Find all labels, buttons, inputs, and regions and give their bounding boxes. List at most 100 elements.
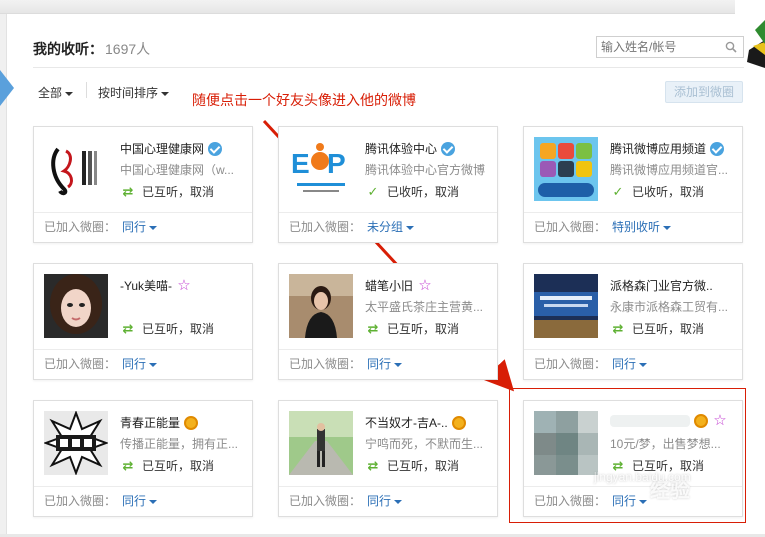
friend-description: 腾讯微博应用频道官... <box>610 163 729 177</box>
card-footer: 已加入微圈： 同行 <box>34 212 252 242</box>
friend-card: 中国心理健康网 中国心理健康网（w... ⇄ 已互听， 取消 已加入微圈： 同行 <box>33 126 253 243</box>
chevron-down-icon <box>149 225 158 230</box>
mutual-follow-icon: ⇄ <box>367 457 379 473</box>
group-label: 同行 <box>122 494 147 508</box>
group-label: 同行 <box>612 494 637 508</box>
joined-circle-label: 已加入微圈： <box>534 494 607 508</box>
verified-icon <box>441 141 456 156</box>
follow-status: 已互听， <box>387 322 436 336</box>
joined-circle-label: 已加入微圈： <box>44 494 117 508</box>
friend-name[interactable]: 青春正能量 <box>120 414 180 431</box>
chevron-down-icon <box>639 362 648 367</box>
unfollow-link[interactable]: 取消 <box>190 320 214 337</box>
chevron-down-icon <box>639 499 648 504</box>
friend-description: 永康市派格森工贸有... <box>610 300 729 314</box>
friend-card: 蜡笔小旧 ☆ 太平盛氏茶庄主营黄... ⇄ 已互听， 取消 已加入微圈： 同行 <box>278 263 498 380</box>
avatar[interactable] <box>534 274 598 338</box>
avatar[interactable] <box>534 137 598 201</box>
unfollow-link[interactable]: 取消 <box>190 183 214 200</box>
friend-name[interactable]: -Yuk美喵- <box>120 277 172 294</box>
card-footer: 已加入微圈： 同行 <box>524 349 742 379</box>
friend-description: 传播正能量，拥有正... <box>120 437 239 451</box>
follow-status: 已互听， <box>632 322 681 336</box>
avatar[interactable] <box>44 274 108 338</box>
avatar[interactable] <box>289 411 353 475</box>
card-footer: 已加入微圈： 特别收听 <box>524 212 742 242</box>
chevron-down-icon <box>394 499 403 504</box>
unfollow-link[interactable]: 取消 <box>435 457 459 474</box>
group-dropdown[interactable]: 同行 <box>367 494 403 508</box>
friend-card: ☆ 10元/梦，出售梦想... ⇄ 已互听， 取消 已加入微圈： 同行 <box>523 400 743 517</box>
verified-icon <box>710 141 724 156</box>
star-icon: ☆ <box>418 276 432 294</box>
card-footer: 已加入微圈： 同行 <box>279 486 497 516</box>
check-icon: ✓ <box>612 183 624 199</box>
friend-description: 10元/梦，出售梦想... <box>610 437 721 451</box>
friend-name[interactable]: 腾讯体验中心 <box>365 140 437 157</box>
group-dropdown[interactable]: 未分组 <box>367 220 415 234</box>
group-dropdown[interactable]: 特别收听 <box>612 220 672 234</box>
follow-status: 已互听， <box>387 459 436 473</box>
friend-card: 腾讯微博应用频道 腾讯微博应用频道官... ✓ 已收听， 取消 已加入微圈： 特别收听 <box>523 126 743 243</box>
mutual-follow-icon: ⇄ <box>122 320 134 336</box>
chevron-down-icon <box>394 362 403 367</box>
friend-name[interactable]: 蜡笔小旧 <box>365 277 413 294</box>
follow-status: 已收听， <box>632 185 681 199</box>
group-dropdown[interactable]: 同行 <box>122 494 158 508</box>
friend-card: 青春正能量 传播正能量，拥有正... ⇄ 已互听， 取消 已加入微圈： 同行 <box>33 400 253 517</box>
group-label: 特别收听 <box>612 220 661 234</box>
unfollow-link[interactable]: 取消 <box>680 183 704 200</box>
unfollow-link[interactable]: 取消 <box>680 457 704 474</box>
group-label: 同行 <box>367 494 392 508</box>
blurred-avatar-icon <box>534 411 598 475</box>
joined-circle-label: 已加入微圈： <box>44 220 117 234</box>
group-dropdown[interactable]: 同行 <box>122 220 158 234</box>
group-dropdown[interactable]: 同行 <box>612 357 648 371</box>
chevron-down-icon <box>663 225 672 230</box>
mutual-follow-icon: ⇄ <box>612 457 624 473</box>
unfollow-link[interactable]: 取消 <box>435 320 459 337</box>
mutual-follow-icon: ⇄ <box>612 320 624 336</box>
star-icon: ☆ <box>177 276 191 294</box>
mutual-follow-icon: ⇄ <box>122 183 134 199</box>
avatar[interactable] <box>44 411 108 475</box>
friend-card: 不当奴才-吉A-.. 宁鸣而死，不默而生... ⇄ 已互听， 取消 已加入微圈： 同行 <box>278 400 498 517</box>
joined-circle-label: 已加入微圈： <box>534 220 607 234</box>
unfollow-link[interactable]: 取消 <box>190 457 214 474</box>
blurred-name[interactable] <box>610 415 690 427</box>
chevron-down-icon <box>149 499 158 504</box>
group-dropdown[interactable]: 同行 <box>367 357 403 371</box>
friend-description: 中国心理健康网（w... <box>120 163 235 177</box>
friend-name[interactable]: 不当奴才-吉A-.. <box>365 414 448 431</box>
avatar[interactable] <box>534 411 598 475</box>
avatar[interactable]: E P <box>289 137 353 201</box>
app-channel-logo-icon <box>534 137 598 201</box>
joined-circle-label: 已加入微圈： <box>289 494 362 508</box>
mutual-follow-icon: ⇄ <box>122 457 134 473</box>
avatar[interactable] <box>289 274 353 338</box>
friend-description: 腾讯体验中心官方微博 <box>365 163 486 177</box>
check-icon: ✓ <box>367 183 379 199</box>
vip-icon <box>451 415 466 430</box>
unfollow-link[interactable]: 取消 <box>435 183 459 200</box>
group-label: 同行 <box>122 220 147 234</box>
avatar[interactable] <box>44 137 108 201</box>
unfollow-link[interactable]: 取消 <box>680 320 704 337</box>
follow-status: 已收听， <box>387 185 436 199</box>
friend-name[interactable]: 派格森门业官方微.. <box>610 277 713 294</box>
group-dropdown[interactable]: 同行 <box>612 494 648 508</box>
card-footer: 已加入微圈： 未分组 <box>279 212 497 242</box>
follow-status: 已互听， <box>142 459 191 473</box>
user-photo-icon <box>289 411 353 475</box>
exp-logo-icon: E P <box>289 137 353 201</box>
joined-circle-label: 已加入微圈： <box>44 357 117 371</box>
mutual-follow-icon: ⇄ <box>367 320 379 336</box>
group-label: 同行 <box>367 357 392 371</box>
chevron-down-icon <box>406 225 415 230</box>
friend-card: E P 腾讯体验中心 腾讯体验中心官方微博 ✓ 已收听， 取消 已加入微圈： 未分组 <box>278 126 498 243</box>
friend-name[interactable]: 腾讯微博应用频道 <box>610 140 706 157</box>
joined-circle-label: 已加入微圈： <box>289 357 362 371</box>
card-footer: 已加入微圈： 同行 <box>524 486 742 516</box>
group-dropdown[interactable]: 同行 <box>122 357 158 371</box>
friend-name[interactable]: 中国心理健康网 <box>120 140 204 157</box>
